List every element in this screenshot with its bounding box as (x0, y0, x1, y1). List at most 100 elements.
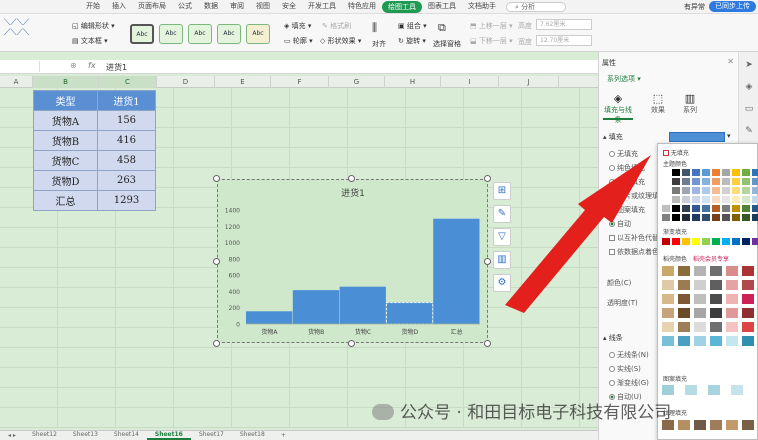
theme-color-swatch[interactable] (752, 205, 758, 212)
style-swatch-5[interactable]: Abc (246, 24, 270, 44)
table-cell[interactable]: 货物C (33, 150, 98, 171)
texture-swatch[interactable] (742, 266, 754, 276)
theme-color-swatch[interactable] (752, 187, 758, 194)
bar[interactable] (339, 286, 386, 324)
column-header[interactable]: I (441, 76, 499, 88)
table-cell[interactable]: 货物D (33, 170, 98, 191)
theme-color-swatch[interactable] (702, 169, 710, 176)
theme-color-swatch[interactable] (662, 214, 670, 221)
quick-layout-icon[interactable]: ▥ (493, 251, 511, 269)
column-header[interactable]: B (33, 76, 99, 88)
theme-color-swatch[interactable] (752, 178, 758, 185)
texture-fill-swatch[interactable] (694, 420, 706, 430)
theme-color-swatch[interactable] (732, 214, 740, 221)
sheet-tab[interactable]: Sheet16 (146, 431, 191, 440)
texture-swatch[interactable] (694, 308, 706, 318)
theme-color-swatch[interactable] (712, 196, 720, 203)
texture-swatch[interactable] (662, 322, 674, 332)
series-options-dropdown[interactable]: 系列选项 ▾ (607, 74, 641, 84)
texture-swatch[interactable] (726, 308, 738, 318)
texture-swatch[interactable] (742, 280, 754, 290)
table-cell[interactable]: 1293 (97, 190, 156, 211)
radio-solid-fill[interactable]: 纯色填充 (609, 163, 645, 173)
align-icon[interactable]: ⫼ (372, 21, 377, 35)
theme-color-swatch[interactable] (722, 214, 730, 221)
line-shapes-gallery[interactable]: ⟍⟋⟍⟋ ⟋⟍⟋⟍ (4, 18, 29, 38)
texture-swatch[interactable] (678, 322, 690, 332)
pattern-swatch[interactable] (662, 385, 674, 395)
table-cell[interactable]: 416 (97, 130, 156, 151)
chart-style-icon[interactable]: ✎ (493, 205, 511, 223)
theme-color-swatch[interactable] (672, 169, 680, 176)
resize-handle[interactable] (213, 258, 220, 265)
texture-swatch[interactable] (726, 280, 738, 290)
theme-color-swatch[interactable] (732, 196, 740, 203)
rotate-button[interactable]: ↻ 旋转 ▾ (398, 36, 426, 46)
theme-color-swatch[interactable] (732, 169, 740, 176)
theme-color-swatch[interactable] (712, 205, 720, 212)
theme-color-swatch[interactable] (682, 178, 690, 185)
texture-swatch[interactable] (662, 266, 674, 276)
table-cell[interactable]: 458 (97, 150, 156, 171)
sheet-tab[interactable]: Sheet17 (191, 431, 232, 440)
texture-swatch[interactable] (662, 280, 674, 290)
texture-swatch[interactable] (694, 280, 706, 290)
texture-fill-swatch[interactable] (678, 420, 690, 430)
fill-color-dropdown[interactable] (669, 132, 725, 142)
theme-color-swatch[interactable] (732, 205, 740, 212)
table-cell[interactable]: 货物A (33, 110, 98, 131)
theme-color-swatch[interactable] (662, 187, 670, 194)
texture-swatch[interactable] (710, 294, 722, 304)
style-swatch-1[interactable]: Abc (130, 24, 154, 44)
formula-input[interactable]: 进货1 (106, 62, 127, 73)
theme-color-swatch[interactable] (692, 187, 700, 194)
texture-swatch[interactable] (710, 308, 722, 318)
theme-color-swatch[interactable] (662, 205, 670, 212)
theme-color-swatch[interactable] (702, 205, 710, 212)
resize-handle[interactable] (213, 175, 220, 182)
texture-swatch[interactable] (662, 294, 674, 304)
theme-color-swatch[interactable] (742, 196, 750, 203)
theme-color-swatch[interactable] (712, 169, 720, 176)
texture-swatch[interactable] (742, 308, 754, 318)
height-input[interactable]: 7.62厘米 (536, 19, 592, 30)
theme-color-swatch[interactable] (692, 205, 700, 212)
theme-color-swatch[interactable] (662, 178, 670, 185)
texture-swatch[interactable] (726, 294, 738, 304)
fill-section[interactable]: ▴ 填充 (603, 132, 623, 142)
theme-color-swatch[interactable] (712, 178, 720, 185)
texture-swatch[interactable] (694, 266, 706, 276)
texture-swatch[interactable] (694, 294, 706, 304)
column-header[interactable]: G (329, 76, 385, 88)
texture-swatch[interactable] (726, 266, 738, 276)
fill-button[interactable]: ◈ 填充 ▾ (284, 21, 311, 31)
column-header[interactable]: C (99, 76, 157, 88)
menu-item[interactable]: 公式 (172, 1, 198, 13)
resize-handle[interactable] (348, 340, 355, 347)
theme-color-swatch[interactable] (672, 178, 680, 185)
status-text[interactable]: 有异常 (684, 2, 705, 12)
theme-color-swatch[interactable] (752, 169, 758, 176)
align-button[interactable]: 对齐 (372, 39, 386, 49)
text-box-button[interactable]: ▤ 文本框 ▾ (72, 36, 108, 46)
texture-swatch[interactable] (742, 336, 754, 346)
search-input[interactable]: ⌕ 分析 (506, 1, 566, 12)
style-swatch-2[interactable]: Abc (159, 24, 183, 44)
theme-color-swatch[interactable] (722, 178, 730, 185)
theme-color-swatch[interactable] (732, 187, 740, 194)
menu-item[interactable]: 开始 (80, 1, 106, 13)
texture-swatch[interactable] (694, 336, 706, 346)
sheet-tab[interactable]: Sheet13 (65, 431, 106, 440)
tab-series[interactable]: ▥ 系列 (675, 92, 705, 115)
theme-color-swatch[interactable] (692, 196, 700, 203)
theme-color-swatch[interactable] (672, 187, 680, 194)
format-painter-button[interactable]: ✎ 格式刷 (322, 21, 351, 31)
theme-color-swatch[interactable] (722, 169, 730, 176)
width-input[interactable]: 12.70厘米 (536, 35, 592, 46)
menu-item[interactable]: 绘图工具 (382, 0, 422, 13)
texture-swatch[interactable] (678, 308, 690, 318)
chart-filter-icon[interactable]: ▽ (493, 228, 511, 246)
theme-color-swatch[interactable] (702, 178, 710, 185)
texture-swatch[interactable] (662, 308, 674, 318)
theme-color-swatch[interactable] (672, 205, 680, 212)
